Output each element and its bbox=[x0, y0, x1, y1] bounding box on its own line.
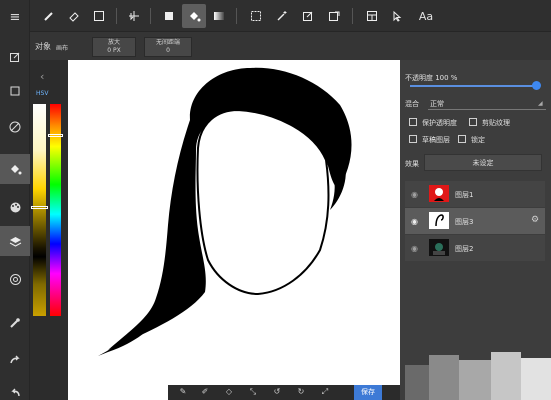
canvas-area[interactable] bbox=[68, 60, 400, 400]
left-toolbar: ≡ bbox=[0, 0, 30, 400]
hair-drawing bbox=[98, 67, 352, 356]
palette-icon[interactable] bbox=[0, 192, 30, 222]
undo-icon[interactable] bbox=[0, 378, 30, 400]
protect-alpha-label: 保护透明度 bbox=[422, 119, 457, 127]
toolbar-divider bbox=[116, 8, 117, 24]
pen-quick-icon[interactable]: ✐ bbox=[198, 387, 212, 399]
rect-select-icon[interactable] bbox=[87, 4, 111, 28]
rotate-icon[interactable] bbox=[0, 112, 30, 142]
eraser-icon[interactable] bbox=[62, 4, 86, 28]
sv-slider-handle[interactable] bbox=[31, 206, 48, 209]
lock-label: 锁定 bbox=[471, 136, 485, 144]
bottom-quick-bar: ✎ ✐ ◇ ⤡ ↺ ↻ ⤢ 保存 bbox=[168, 385, 400, 400]
move-icon[interactable] bbox=[122, 4, 146, 28]
opacity-label: 不透明度 100 % bbox=[405, 74, 458, 82]
gear-icon[interactable]: ⚙ bbox=[531, 215, 539, 225]
operation-arrow-icon[interactable] bbox=[385, 4, 409, 28]
blurred-region bbox=[521, 358, 551, 400]
blurred-region bbox=[491, 352, 521, 400]
fullscreen-icon[interactable]: ⤢ bbox=[318, 387, 332, 399]
medibang-paint-app: ≡ Aa 对象 画布 放大 0 PX 无间距端 0 ‹ HSV ✎ ✐ ◇ ⤡ … bbox=[0, 0, 551, 400]
saturation-value-slider[interactable] bbox=[33, 104, 46, 316]
dropdown-arrow-icon[interactable]: ◢ bbox=[538, 100, 543, 107]
layers-icon[interactable] bbox=[0, 226, 30, 256]
eyedropper-icon[interactable] bbox=[0, 308, 30, 338]
snap-field[interactable]: 无间距端 0 bbox=[144, 37, 192, 57]
layer-item-selected[interactable]: ◉ 图层3 ⚙ bbox=[405, 208, 545, 234]
object-label: 对象 bbox=[35, 42, 51, 51]
select-eraser-icon[interactable] bbox=[322, 4, 346, 28]
blend-mode-select[interactable]: 正常 bbox=[430, 99, 444, 109]
blurred-region bbox=[429, 355, 459, 400]
snap-value: 0 bbox=[166, 47, 170, 54]
bucket-icon[interactable] bbox=[182, 4, 206, 28]
visibility-eye-icon[interactable]: ◉ bbox=[411, 190, 418, 199]
select-pen-icon[interactable] bbox=[296, 4, 320, 28]
fill-bucket-icon[interactable] bbox=[0, 154, 30, 184]
effect-label: 效果 bbox=[405, 160, 419, 168]
visibility-eye-icon[interactable]: ◉ bbox=[411, 244, 418, 253]
frame-divide-icon[interactable] bbox=[360, 4, 384, 28]
visibility-eye-icon[interactable]: ◉ bbox=[411, 217, 418, 226]
layer-panel: 不透明度 100 % 混合 正常 ◢ 保护透明度 剪贴纹理 草稿图层 锁定 效果… bbox=[400, 60, 551, 400]
color-panel: ‹ HSV bbox=[30, 60, 68, 400]
brush-icon[interactable] bbox=[37, 4, 61, 28]
snap-label: 无间距端 bbox=[155, 39, 180, 46]
layer-item[interactable]: ◉ 图层1 bbox=[405, 181, 545, 207]
draft-layer-checkbox[interactable] bbox=[409, 135, 417, 143]
toolbar-divider bbox=[150, 8, 151, 24]
layer-item[interactable]: ◉ 图层2 bbox=[405, 235, 545, 261]
effect-button[interactable]: 未设定 bbox=[424, 154, 542, 171]
opacity-slider-knob[interactable] bbox=[532, 81, 541, 90]
blend-label: 混合 bbox=[405, 100, 419, 108]
layer-thumbnail bbox=[429, 185, 449, 202]
clip-checkbox[interactable] bbox=[469, 118, 477, 126]
undo-quick-icon[interactable]: ↺ bbox=[270, 387, 284, 399]
zoom-value: 0 PX bbox=[107, 47, 121, 54]
draft-layer-label: 草稿图层 bbox=[422, 136, 450, 144]
select-dashed-icon[interactable] bbox=[244, 4, 268, 28]
layer-name: 图层1 bbox=[455, 191, 474, 199]
hue-slider-handle[interactable] bbox=[48, 134, 63, 137]
clip-label: 剪贴纹理 bbox=[482, 119, 510, 127]
lock-checkbox[interactable] bbox=[458, 135, 466, 143]
redo-quick-icon[interactable]: ↻ bbox=[294, 387, 308, 399]
collapse-arrow-icon[interactable]: ‹ bbox=[40, 70, 44, 83]
fill-rect-icon[interactable] bbox=[157, 4, 181, 28]
layer-thumbnail bbox=[429, 239, 449, 256]
zoom-field[interactable]: 放大 0 PX bbox=[92, 37, 136, 57]
tool-options-bar: 对象 画布 放大 0 PX 无间距端 0 bbox=[30, 32, 551, 60]
top-toolbar: Aa bbox=[30, 0, 551, 32]
transform-icon[interactable]: ⤡ bbox=[246, 387, 260, 399]
menu-icon[interactable]: ≡ bbox=[0, 2, 30, 32]
protect-alpha-checkbox[interactable] bbox=[409, 118, 417, 126]
gradient-icon[interactable] bbox=[207, 4, 231, 28]
text-tool-button[interactable]: Aa bbox=[411, 4, 441, 28]
opacity-slider[interactable] bbox=[410, 85, 536, 87]
blurred-region bbox=[459, 360, 491, 400]
toolbar-divider bbox=[236, 8, 237, 24]
magic-wand-icon[interactable] bbox=[270, 4, 294, 28]
layer-name: 图层3 bbox=[455, 218, 474, 226]
object-value[interactable]: 画布 bbox=[56, 43, 68, 52]
layer-name: 图层2 bbox=[455, 245, 474, 253]
edit-icon[interactable] bbox=[0, 42, 30, 72]
select-rect-icon[interactable] bbox=[0, 76, 30, 106]
brush-quick-icon[interactable]: ✎ bbox=[176, 387, 190, 399]
canvas-paper[interactable] bbox=[68, 60, 400, 400]
save-button[interactable]: 保存 bbox=[354, 385, 382, 400]
blurred-region bbox=[405, 365, 429, 400]
toolbar-divider bbox=[352, 8, 353, 24]
blend-underline bbox=[428, 109, 546, 110]
material-icon[interactable] bbox=[0, 264, 30, 294]
share-icon[interactable] bbox=[0, 344, 30, 374]
zoom-label: 放大 bbox=[107, 39, 120, 46]
eraser-quick-icon[interactable]: ◇ bbox=[222, 387, 236, 399]
color-mode-label[interactable]: HSV bbox=[36, 90, 48, 97]
layer-thumbnail bbox=[429, 212, 449, 229]
